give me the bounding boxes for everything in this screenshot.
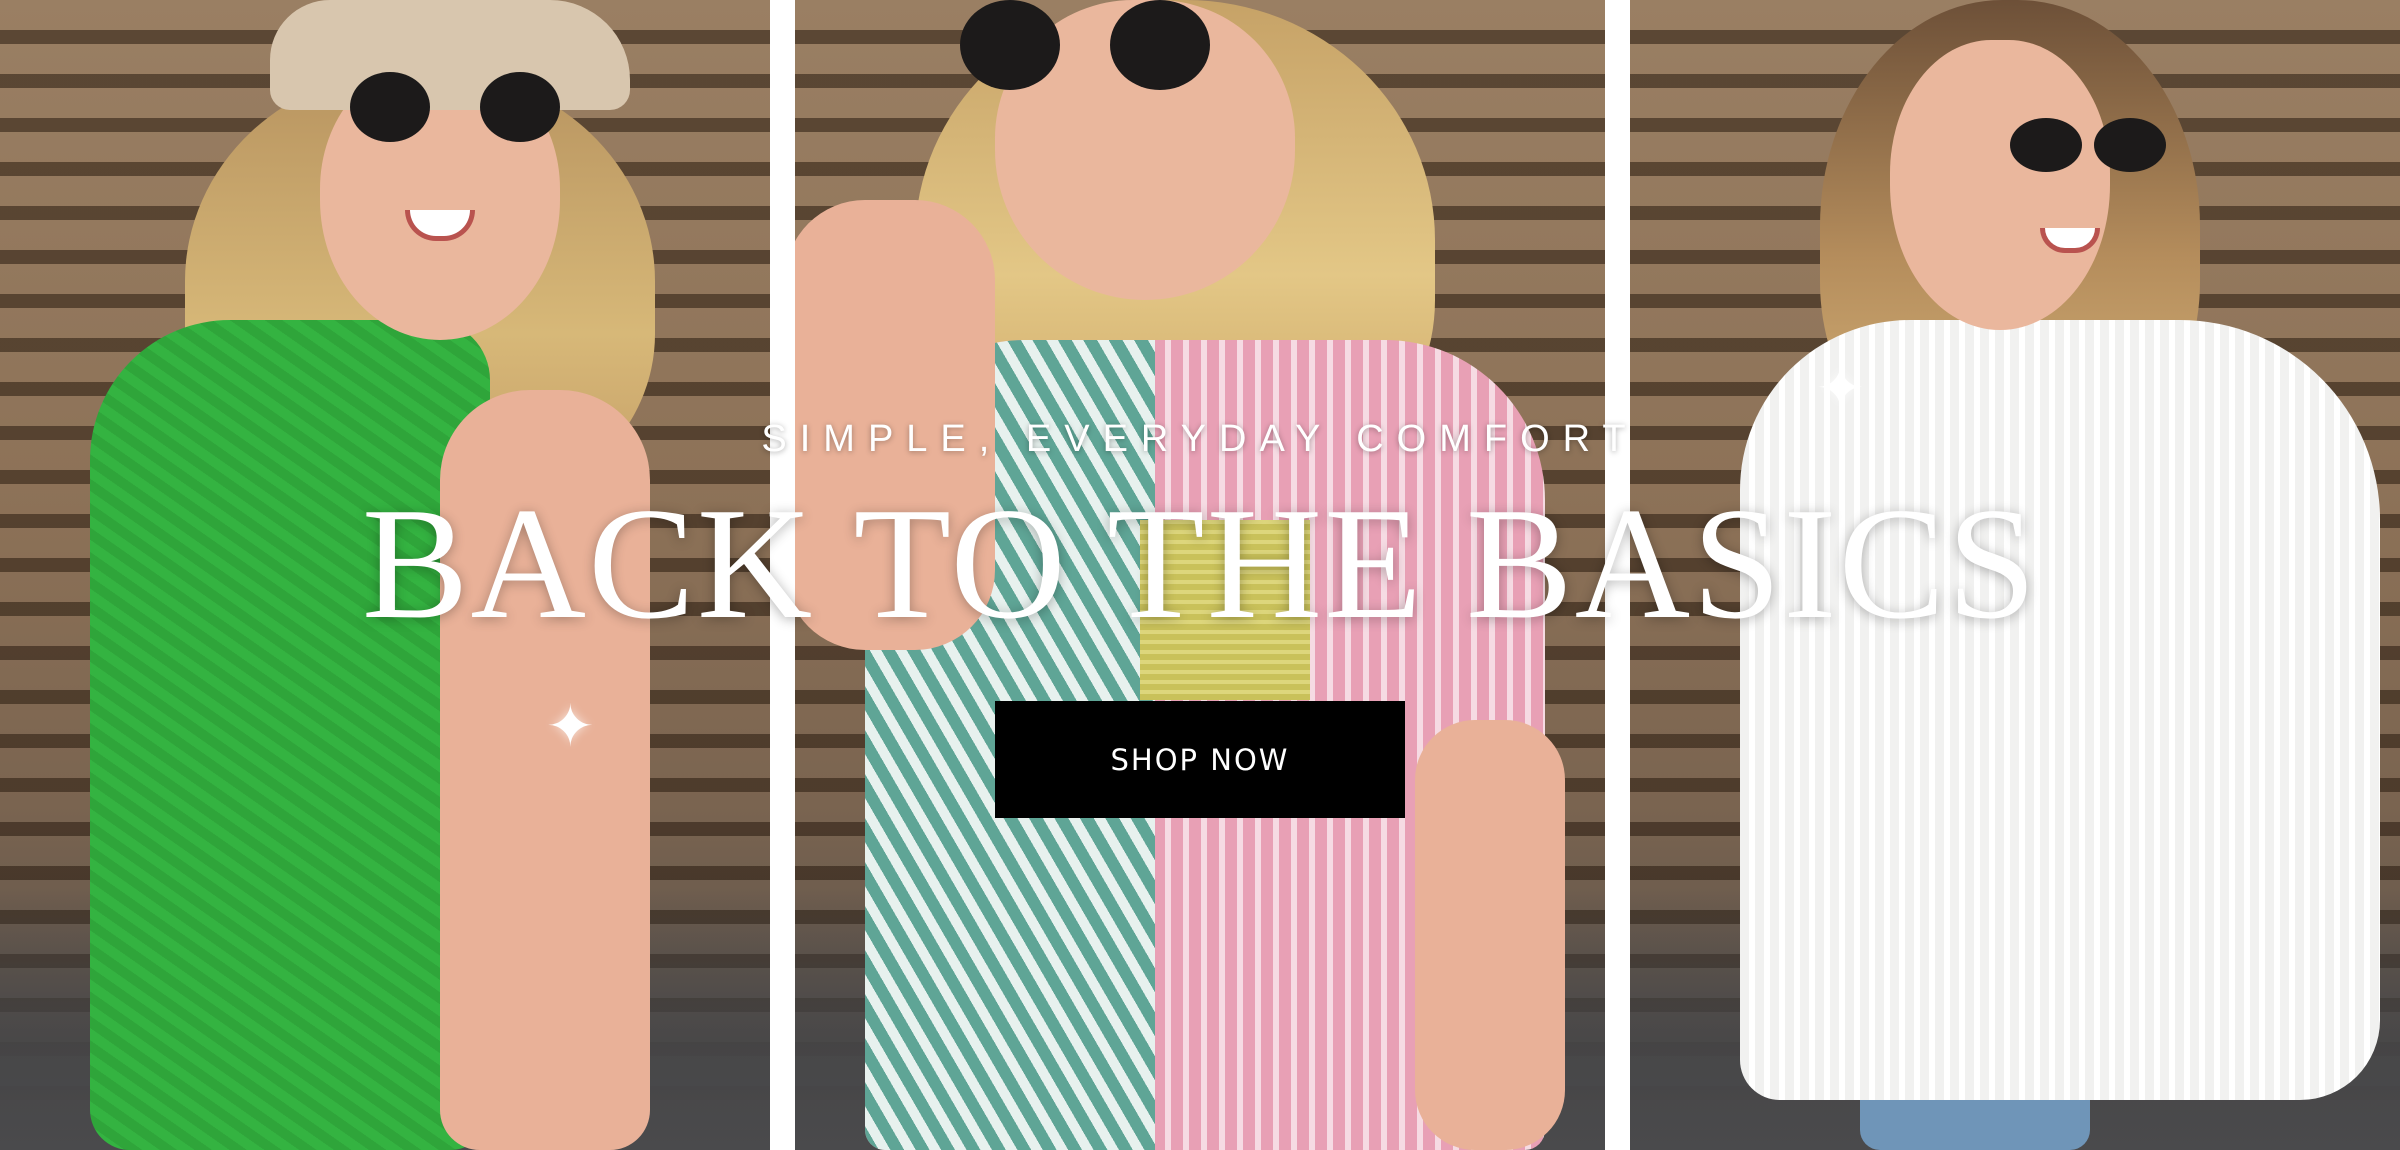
hero-photo-green-top [0,0,770,1150]
yellow-pocket [1140,520,1310,700]
model-face [1890,40,2110,330]
sunglasses-icon [2010,118,2170,172]
hero-photo-white-shirt [1630,0,2400,1150]
green-sleeveless-top [90,320,490,1150]
sunglasses-icon [330,72,580,142]
model-arm [440,390,650,1150]
sunglasses-icon [960,0,1260,90]
model-arm [795,200,995,650]
white-button-up-shirt [1740,320,2380,1100]
model-arm [1415,720,1565,1150]
hero-photo-striped-shirt [795,0,1605,1150]
hero-banner[interactable]: SIMPLE, EVERYDAY COMFORT BACK TO THE BAS… [0,0,2400,1150]
shop-now-button[interactable]: SHOP NOW [995,701,1405,818]
